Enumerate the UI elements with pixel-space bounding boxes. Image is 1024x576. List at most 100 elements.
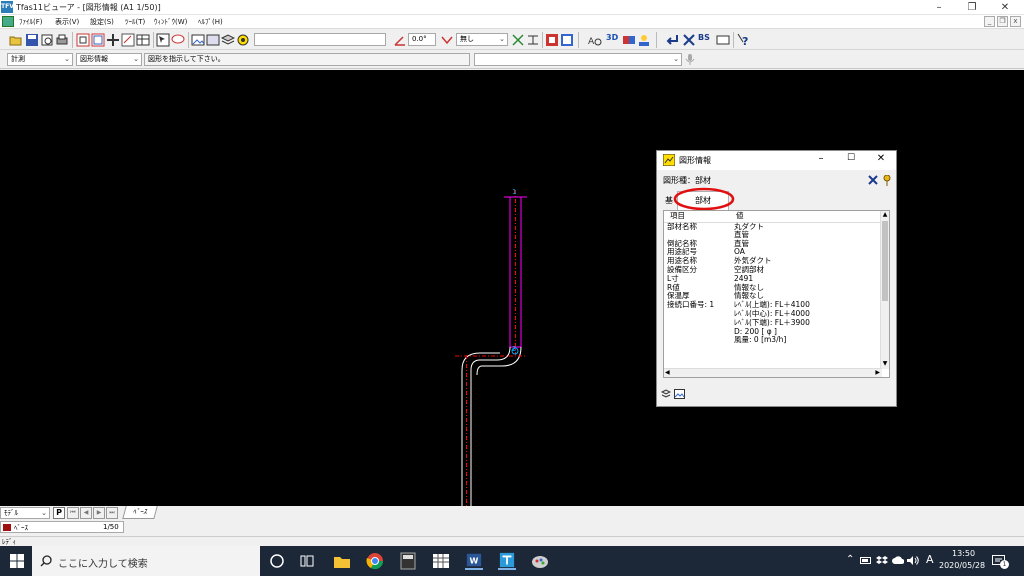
property-table[interactable]: 項目 値 部材名称 丸ダクト 直管 倒記名称 直管 用途記号 OA 用途名称 外気ダクト… <box>663 210 890 378</box>
menu-settings[interactable]: 設定(S) <box>90 17 114 27</box>
enter-icon[interactable] <box>666 33 680 47</box>
dialog-close-button[interactable]: ✕ <box>874 153 888 164</box>
stack-icon[interactable] <box>661 389 671 399</box>
volume-icon[interactable] <box>906 555 919 566</box>
table-row[interactable]: L寸 2491 <box>664 274 882 283</box>
paper-button[interactable]: P <box>53 507 65 519</box>
cloud-icon[interactable] <box>892 556 904 565</box>
preview-icon[interactable] <box>40 33 54 47</box>
table-row[interactable]: 風量: 0 [m3/h] <box>664 335 882 344</box>
open-folder-icon[interactable] <box>9 33 23 47</box>
table-row[interactable]: 部材名称 丸ダクト <box>664 222 882 231</box>
table-row[interactable]: ﾚﾍﾞﾙ(下端): FL＋3900 <box>664 318 882 327</box>
microphone-icon[interactable] <box>685 53 695 66</box>
save-icon[interactable] <box>25 33 39 47</box>
paint-icon[interactable] <box>531 552 549 570</box>
dropbox-icon[interactable] <box>876 555 888 566</box>
battery-icon[interactable] <box>860 556 872 565</box>
taskbar-search[interactable]: ここに入力して検索 <box>32 546 260 576</box>
restore-button[interactable]: ❐ <box>957 0 987 15</box>
target-icon[interactable] <box>236 33 250 47</box>
mode-select[interactable]: 計測 ⌄ <box>7 53 73 66</box>
scroll-up-icon[interactable]: ▲ <box>881 211 889 220</box>
task-view-icon[interactable] <box>298 552 316 570</box>
file-explorer-icon[interactable] <box>333 552 351 570</box>
tfas-viewer-icon[interactable] <box>498 552 516 570</box>
print-icon[interactable] <box>55 33 69 47</box>
close-button[interactable]: ✕ <box>990 0 1020 15</box>
pan-icon[interactable] <box>106 33 120 47</box>
cortana-icon[interactable] <box>268 552 286 570</box>
prev-sheet-button[interactable]: ◀ <box>80 507 92 519</box>
dimension-icon[interactable] <box>526 33 540 47</box>
menu-view[interactable]: 表示(V) <box>55 17 79 27</box>
document-icon[interactable] <box>2 16 14 27</box>
clear-icon[interactable] <box>716 33 730 47</box>
word-icon[interactable]: W <box>465 552 483 570</box>
mdi-restore-button[interactable]: ❐ <box>997 16 1008 27</box>
next-sheet-button[interactable]: ▶ <box>93 507 105 519</box>
minimize-button[interactable]: – <box>924 0 954 15</box>
windows-start-icon[interactable] <box>10 554 24 568</box>
color-icon[interactable] <box>622 33 636 47</box>
mdi-close-button[interactable]: x <box>1010 16 1021 27</box>
horizontal-scrollbar[interactable]: ◀ ▶ <box>664 368 882 377</box>
zoom-all-icon[interactable] <box>91 33 105 47</box>
picture-icon[interactable] <box>674 389 685 399</box>
text-search-icon[interactable]: A <box>588 33 602 47</box>
last-sheet-button[interactable]: ⏭ <box>106 507 118 519</box>
clock-time[interactable]: 13:50 <box>952 549 975 558</box>
table-row[interactable]: 直管 <box>664 230 882 239</box>
command-input[interactable]: ⌄ <box>474 53 682 66</box>
first-sheet-button[interactable]: ⏮ <box>67 507 79 519</box>
pin-icon[interactable] <box>883 175 891 186</box>
photo-icon[interactable] <box>206 33 220 47</box>
table-row[interactable]: R値 情報なし <box>664 283 882 292</box>
cross-icon[interactable] <box>868 175 878 185</box>
mdi-minimize-button[interactable]: _ <box>984 16 995 27</box>
scroll-thumb[interactable] <box>882 221 888 301</box>
table-row[interactable]: 設備区分 空調部材 <box>664 265 882 274</box>
tray-chevron-icon[interactable]: ⌃ <box>846 554 854 565</box>
layer-row[interactable]: ﾍﾞｰｽ 1/50 <box>0 521 124 533</box>
clock-date[interactable]: 2020/05/28 <box>939 561 985 570</box>
spreadsheet-icon[interactable] <box>432 552 450 570</box>
menu-tools[interactable]: ﾂｰﾙ(T) <box>125 17 145 27</box>
comment-icon[interactable] <box>171 33 185 47</box>
scroll-down-icon[interactable]: ▼ <box>881 360 889 369</box>
space-mode-select[interactable]: ﾓﾃﾞﾙ ⌄ <box>0 507 50 519</box>
menu-window[interactable]: ｳｨﾝﾄﾞｳ(W) <box>154 17 187 27</box>
vertical-scrollbar[interactable]: ▲ ▼ <box>880 211 889 369</box>
image-icon[interactable] <box>191 33 205 47</box>
layer-scale: 1/50 <box>103 523 119 531</box>
calculator-icon[interactable] <box>399 552 417 570</box>
sheet-tab-base[interactable]: ﾍﾞｰｽ <box>122 506 158 519</box>
zoom-window-icon[interactable] <box>76 33 90 47</box>
menu-help[interactable]: ﾍﾙﾌﾟ(H) <box>198 17 223 27</box>
property-icon[interactable] <box>545 33 559 47</box>
chrome-icon[interactable] <box>366 552 384 570</box>
info-select[interactable]: 図形情報 ⌄ <box>76 53 142 66</box>
linetype-select[interactable]: 無し ⌄ <box>456 33 508 46</box>
angle-icon[interactable] <box>393 33 407 47</box>
user-icon[interactable] <box>637 33 651 47</box>
help-icon[interactable]: ? <box>737 33 751 47</box>
3d-view-button[interactable]: 3D <box>606 33 620 47</box>
toolbar-text-field[interactable] <box>254 33 386 46</box>
measure-icon[interactable] <box>511 33 525 47</box>
scroll-left-icon[interactable]: ◀ <box>665 369 670 376</box>
cancel-icon[interactable] <box>682 33 696 47</box>
layout-icon[interactable] <box>136 33 150 47</box>
backspace-button[interactable]: BS <box>698 33 716 47</box>
redraw-icon[interactable] <box>121 33 135 47</box>
menu-file[interactable]: ﾌｧｲﾙ(F) <box>19 17 43 27</box>
dialog-maximize-button[interactable]: ☐ <box>844 153 858 163</box>
ime-indicator[interactable]: A <box>926 553 934 566</box>
scroll-right-icon[interactable]: ▶ <box>875 369 880 376</box>
select-icon[interactable] <box>156 33 170 47</box>
layers-icon[interactable] <box>221 33 235 47</box>
linetype-icon[interactable] <box>440 33 454 47</box>
sheet-icon[interactable] <box>560 33 574 47</box>
angle-field[interactable]: 0.0° <box>408 33 436 46</box>
dialog-minimize-button[interactable]: – <box>814 153 828 164</box>
